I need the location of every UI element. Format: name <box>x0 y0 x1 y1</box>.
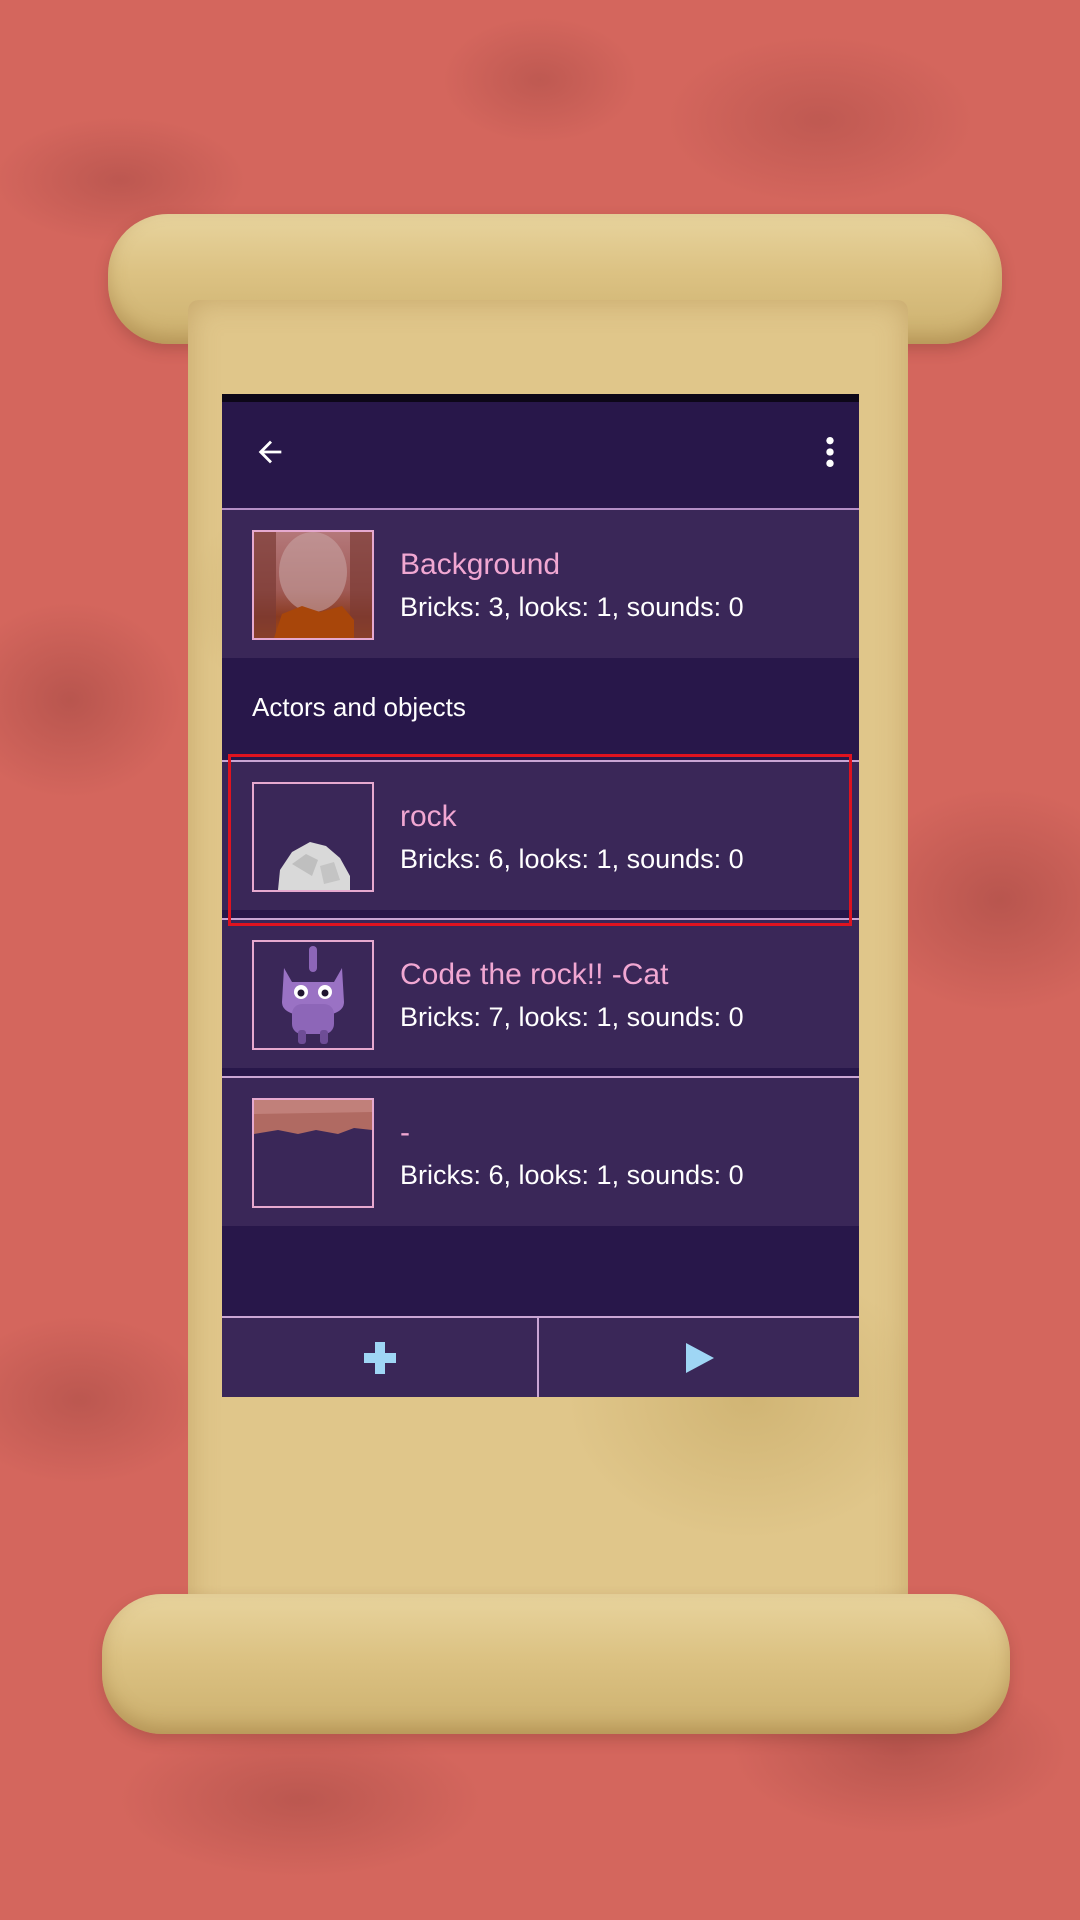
arrow-left-icon <box>258 440 282 464</box>
play-button[interactable] <box>539 1318 859 1397</box>
plus-icon <box>363 1341 396 1374</box>
section-header: Actors and objects <box>222 662 859 750</box>
sprite-stats: Bricks: 3, looks: 1, sounds: 0 <box>400 592 744 622</box>
sprite-row-rock[interactable]: rock Bricks: 6, looks: 1, sounds: 0 <box>222 760 859 910</box>
ceiling-image <box>254 1100 372 1134</box>
sprite-stats: Bricks: 6, looks: 1, sounds: 0 <box>400 1160 744 1190</box>
screen: Background Bricks: 3, looks: 1, sounds: … <box>0 0 1080 1920</box>
sprite-stats: Bricks: 6, looks: 1, sounds: 0 <box>400 844 744 874</box>
background-sprite-row[interactable]: Background Bricks: 3, looks: 1, sounds: … <box>222 508 859 658</box>
dash-thumbnail <box>252 1098 374 1208</box>
scroll-bottom-roll <box>102 1594 1010 1734</box>
app-panel: Background Bricks: 3, looks: 1, sounds: … <box>222 394 859 1397</box>
cave-image <box>254 532 372 638</box>
sprite-row-dash[interactable]: - Bricks: 6, looks: 1, sounds: 0 <box>222 1076 859 1226</box>
more-options-button[interactable] <box>810 424 850 480</box>
more-vertical-icon <box>826 436 834 468</box>
toolbar <box>222 402 859 502</box>
section-title: Actors and objects <box>252 692 466 722</box>
bottom-bar <box>222 1316 859 1397</box>
rock-thumbnail <box>252 782 374 892</box>
add-button[interactable] <box>222 1318 539 1397</box>
sprite-name: - <box>400 1116 410 1149</box>
cat-thumbnail <box>252 940 374 1050</box>
sprite-stats: Bricks: 7, looks: 1, sounds: 0 <box>400 1002 744 1032</box>
sprite-name: rock <box>400 800 457 833</box>
cat-image <box>282 946 344 1044</box>
sprite-row-cat[interactable]: Code the rock!! -Cat Bricks: 7, looks: 1… <box>222 918 859 1068</box>
play-icon <box>686 1342 714 1373</box>
sprite-name: Code the rock!! -Cat <box>400 958 669 991</box>
sprite-name: Background <box>400 548 561 581</box>
back-button[interactable] <box>242 424 298 480</box>
background-thumbnail <box>252 530 374 640</box>
status-strip <box>222 394 859 402</box>
rock-image <box>278 842 350 890</box>
